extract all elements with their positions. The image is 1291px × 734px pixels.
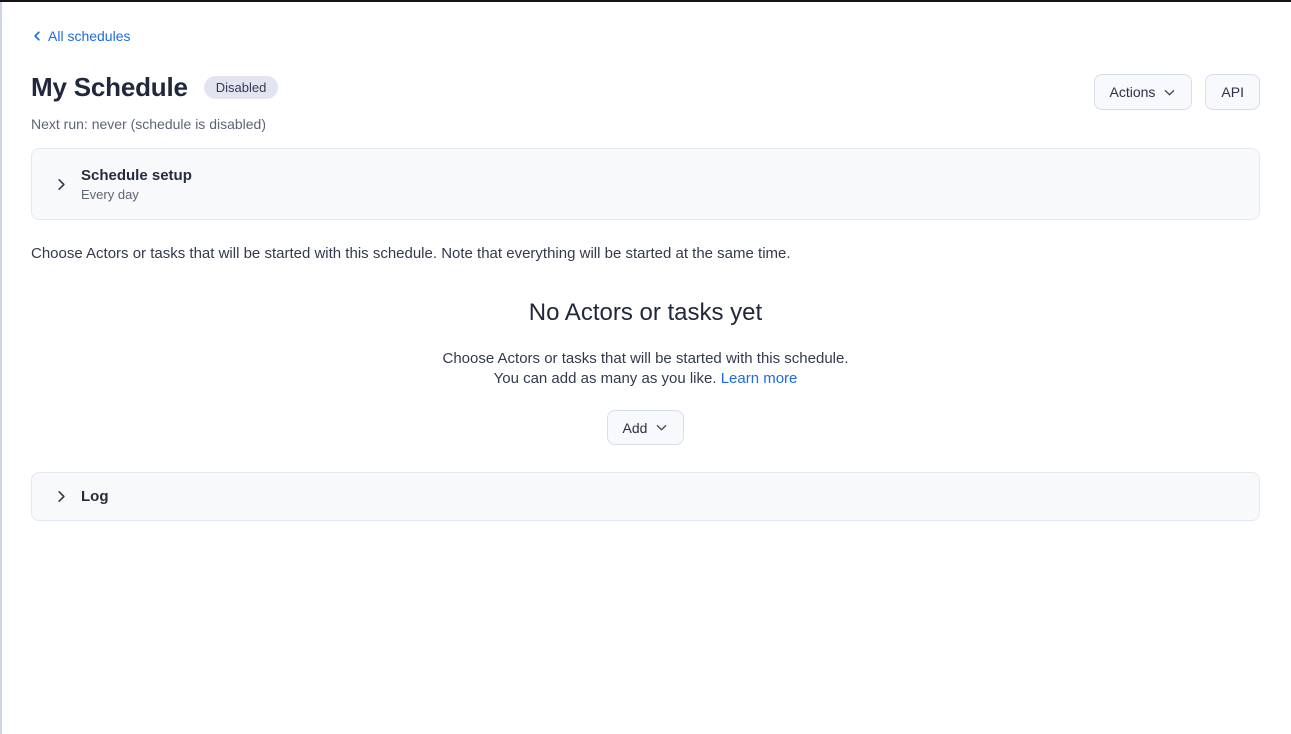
empty-state-line1: Choose Actors or tasks that will be star…	[442, 350, 848, 367]
page-header-left: My Schedule Disabled Next run: never (sc…	[31, 72, 278, 132]
schedule-setup-panel-text: Schedule setup Every day	[81, 167, 192, 202]
actions-button-label: Actions	[1110, 84, 1156, 100]
next-run-text: Next run: never (schedule is disabled)	[31, 116, 278, 132]
api-button-label: API	[1221, 84, 1244, 100]
status-badge: Disabled	[204, 76, 279, 100]
log-panel[interactable]: Log	[31, 472, 1260, 521]
chevron-down-icon	[1163, 86, 1176, 99]
chevron-right-icon	[54, 489, 69, 504]
schedule-setup-subtitle: Every day	[81, 187, 192, 202]
add-button[interactable]: Add	[607, 410, 685, 445]
schedule-detail-page: All schedules My Schedule Disabled Next …	[0, 2, 1291, 521]
actions-button[interactable]: Actions	[1094, 74, 1193, 110]
empty-state: No Actors or tasks yet Choose Actors or …	[31, 299, 1260, 445]
schedule-setup-panel[interactable]: Schedule setup Every day	[31, 148, 1260, 220]
log-panel-title: Log	[81, 488, 109, 505]
chevron-down-icon	[655, 421, 668, 434]
schedule-setup-title: Schedule setup	[81, 167, 192, 184]
empty-state-body: Choose Actors or tasks that will be star…	[31, 349, 1260, 389]
empty-state-line2: You can add as many as you like.	[494, 370, 717, 387]
chevron-right-icon	[54, 177, 69, 192]
page-header: My Schedule Disabled Next run: never (sc…	[31, 72, 1260, 132]
schedule-description-text: Choose Actors or tasks that will be star…	[31, 245, 1260, 262]
left-edge-divider	[0, 2, 2, 734]
learn-more-link[interactable]: Learn more	[721, 370, 798, 387]
api-button[interactable]: API	[1205, 74, 1260, 110]
header-actions: Actions API	[1094, 74, 1261, 110]
back-link-label: All schedules	[48, 28, 131, 44]
chevron-left-icon	[31, 30, 43, 42]
back-to-all-schedules-link[interactable]: All schedules	[31, 28, 131, 44]
page-title: My Schedule	[31, 72, 188, 103]
empty-state-title: No Actors or tasks yet	[31, 299, 1260, 327]
add-button-label: Add	[623, 420, 648, 436]
